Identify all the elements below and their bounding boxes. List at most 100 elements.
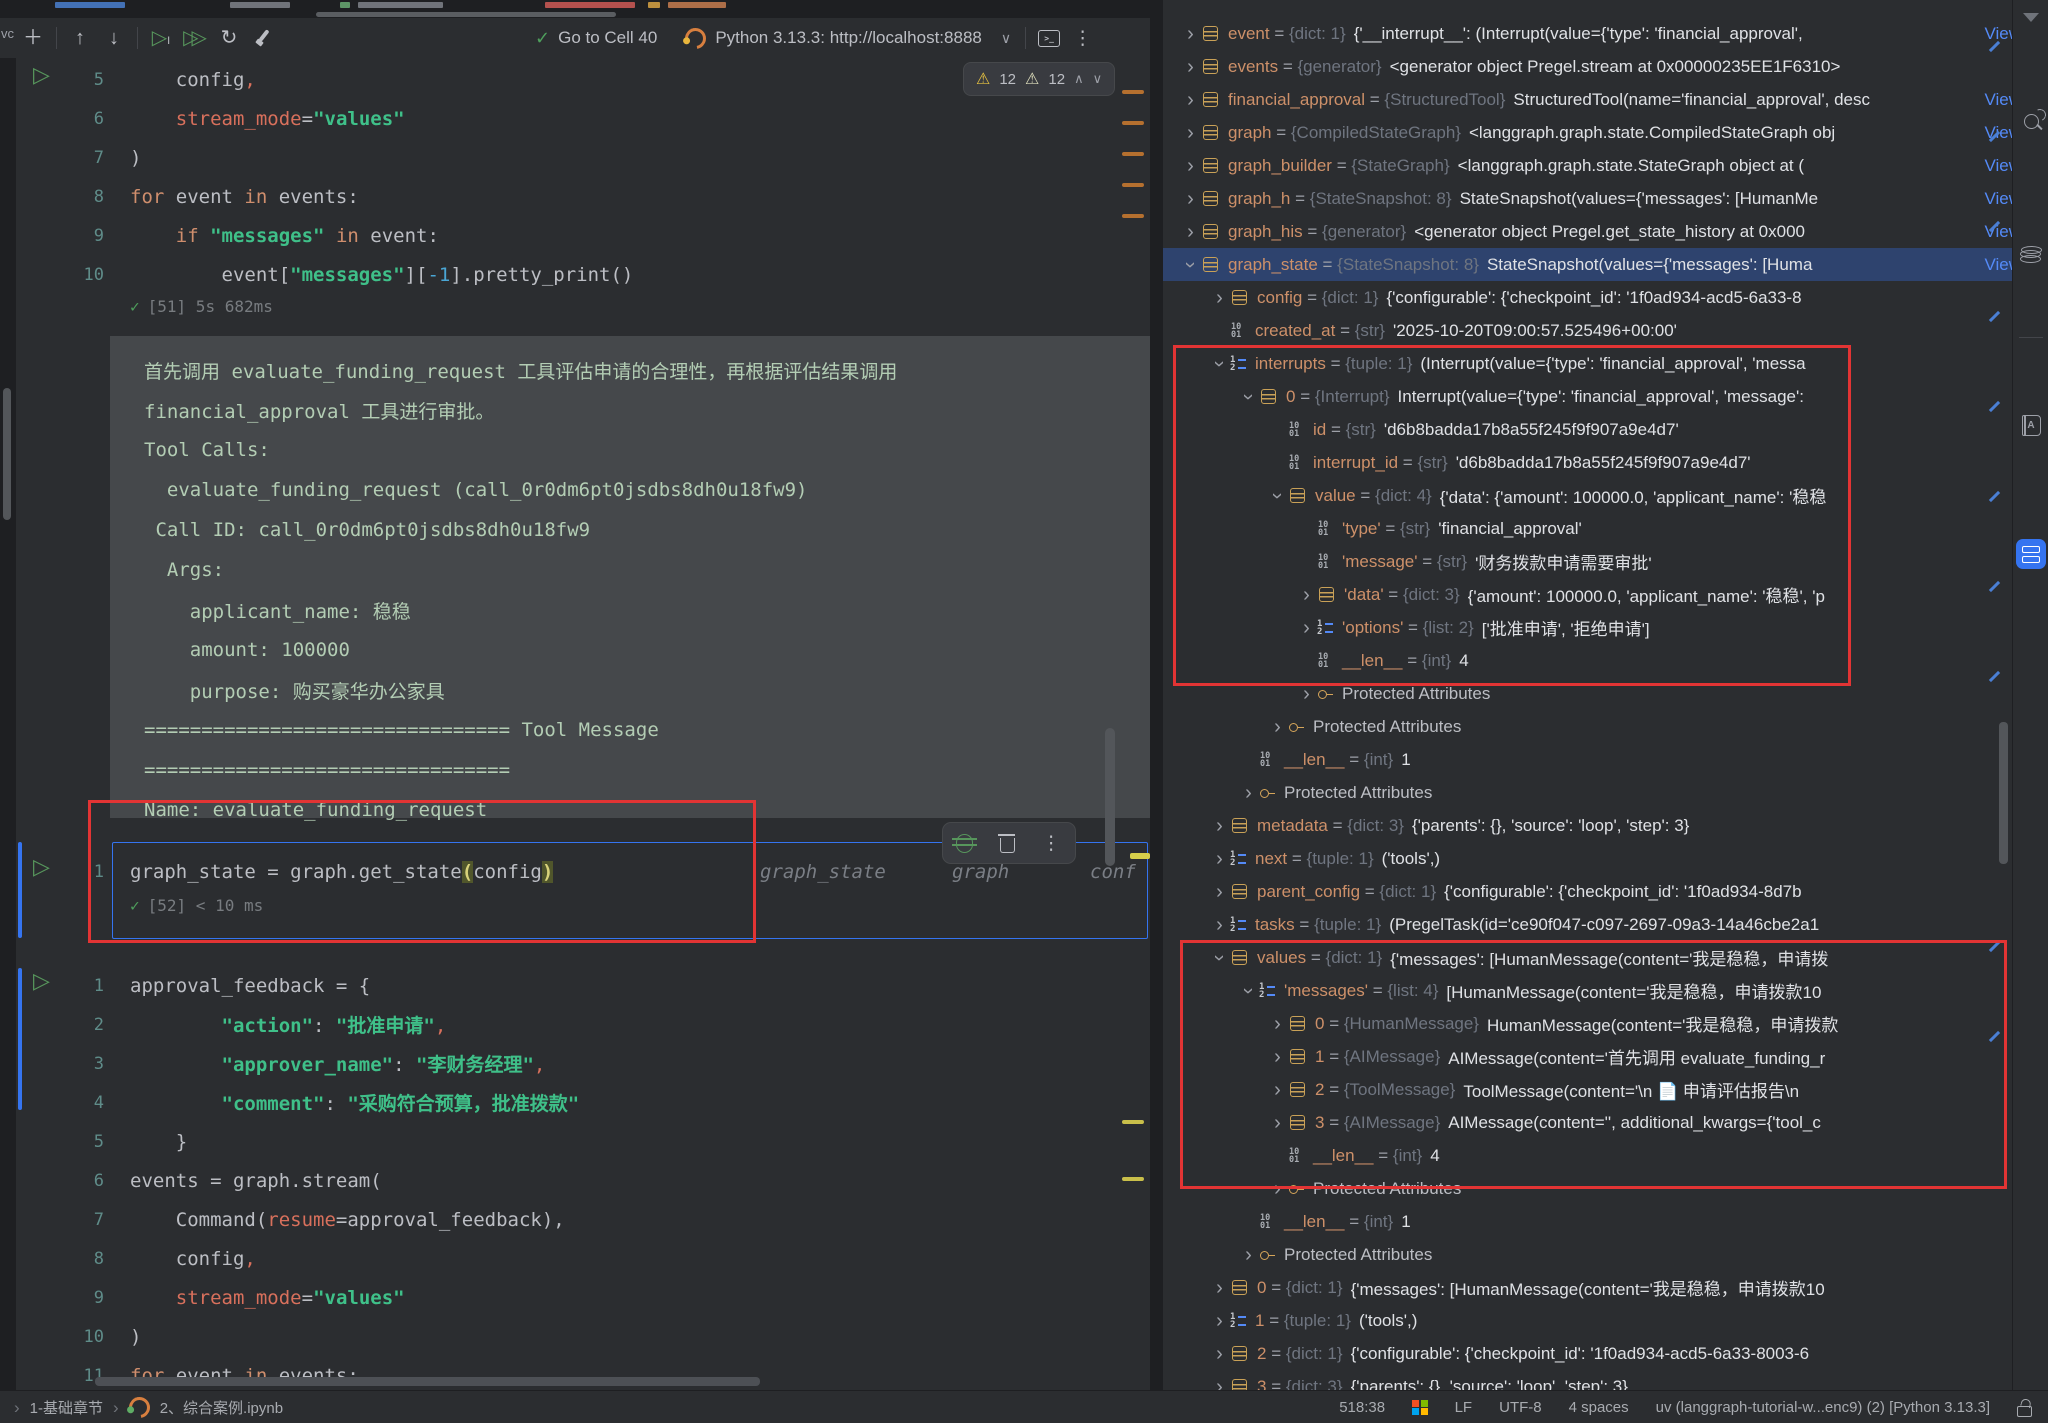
caret-position[interactable]: 518:38 bbox=[1339, 1399, 1385, 1416]
chevron-right-icon[interactable]: › bbox=[1238, 1245, 1259, 1265]
chevron-right-icon[interactable]: › bbox=[1209, 288, 1230, 308]
run-cell-gutter-button[interactable]: ▷ bbox=[33, 856, 50, 878]
chevron-right-icon[interactable]: › bbox=[1209, 849, 1230, 869]
encoding-indicator[interactable]: UTF-8 bbox=[1499, 1399, 1542, 1416]
variable-row[interactable]: ›121 = {tuple: 1}('tools',) bbox=[1163, 1304, 2012, 1337]
code-line[interactable]: 8 config, bbox=[16, 1239, 1150, 1278]
kernel-selector[interactable]: Python 3.13.3: http://localhost:8888 ∨ bbox=[685, 28, 1011, 49]
variable-row[interactable]: ›event = {dict: 1}{'__interrupt__': (Int… bbox=[1163, 17, 2012, 50]
move-cell-up-button[interactable]: ↑ bbox=[63, 23, 97, 53]
variable-row[interactable]: ›parent_config = {dict: 1}{'configurable… bbox=[1163, 875, 2012, 908]
add-cell-button[interactable]: ＋ bbox=[16, 23, 50, 53]
run-all-cells-button[interactable]: ▷▷ bbox=[178, 23, 212, 53]
variable-row[interactable]: ›Protected Attributes bbox=[1163, 776, 2012, 809]
variable-row[interactable]: ›graph_state = {StateSnapshot: 8}StateSn… bbox=[1163, 248, 2012, 281]
lock-open-icon[interactable] bbox=[2017, 1406, 2032, 1417]
chevron-right-icon[interactable]: › bbox=[1209, 1278, 1230, 1298]
prev-warning-button[interactable]: ∧ bbox=[1074, 71, 1084, 87]
view-link[interactable]: View bbox=[1984, 90, 2012, 110]
run-cell-select-below-button[interactable]: ▷I bbox=[144, 23, 178, 53]
variable-row[interactable]: ›Protected Attributes bbox=[1163, 1238, 2012, 1271]
panel-divider[interactable] bbox=[1150, 0, 1163, 1390]
chevron-right-icon[interactable]: › bbox=[1180, 156, 1201, 176]
variable-row[interactable]: ›graph_his = {generator}<generator objec… bbox=[1163, 215, 2012, 248]
chevron-right-icon[interactable]: › bbox=[1180, 123, 1201, 143]
code-line[interactable]: 2 "action": "批准申请", bbox=[16, 1005, 1150, 1044]
move-cell-down-button[interactable]: ↓ bbox=[97, 23, 131, 53]
chevron-right-icon[interactable]: › bbox=[1238, 783, 1259, 803]
dictionary-tool-button[interactable]: A bbox=[2014, 408, 2048, 442]
line-ending-indicator[interactable]: LF bbox=[1455, 1399, 1473, 1416]
variable-row[interactable]: ›config = {dict: 1}{'configurable': {'ch… bbox=[1163, 281, 2012, 314]
chevron-right-icon[interactable]: › bbox=[1209, 915, 1230, 935]
clear-outputs-button[interactable] bbox=[246, 23, 280, 53]
windows-logo-icon[interactable] bbox=[1412, 1400, 1428, 1416]
variable-row[interactable]: ›12next = {tuple: 1}('tools',) bbox=[1163, 842, 2012, 875]
variable-row[interactable]: ›12tasks = {tuple: 1}(PregelTask(id='ce9… bbox=[1163, 908, 2012, 941]
variable-row[interactable]: ›graph = {CompiledStateGraph}<langgraph.… bbox=[1163, 116, 2012, 149]
chevron-right-icon[interactable]: › bbox=[1180, 90, 1201, 110]
variable-row[interactable]: 1001__len__ = {int}1 bbox=[1163, 1205, 2012, 1238]
code-line[interactable]: 9 stream_mode="values" bbox=[16, 1278, 1150, 1317]
editor-horizontal-scrollbar[interactable] bbox=[95, 1377, 760, 1386]
variable-row[interactable]: ›Protected Attributes bbox=[1163, 710, 2012, 743]
tabs-scrollbar[interactable] bbox=[316, 12, 616, 17]
chevron-right-icon[interactable]: › bbox=[1209, 1311, 1230, 1331]
chevron-right-icon[interactable]: › bbox=[1209, 882, 1230, 902]
code-line[interactable]: 1approval_feedback = { bbox=[16, 966, 1150, 1005]
chevron-right-icon[interactable]: › bbox=[1209, 1377, 1230, 1391]
code-line[interactable]: 10 event["messages"][-1].pretty_print() bbox=[16, 255, 1150, 294]
cell-more-options-icon[interactable]: ⋮ bbox=[1042, 832, 1062, 855]
variable-row[interactable]: ›financial_approval = {StructuredTool}St… bbox=[1163, 83, 2012, 116]
ai-search-button[interactable] bbox=[2014, 104, 2048, 138]
inspections-widget[interactable]: ⚠ 12 ⚠ 12 ∧ ∨ bbox=[963, 62, 1115, 96]
variable-row[interactable]: 1001created_at = {str}'2025-10-20T09:00:… bbox=[1163, 314, 2012, 347]
view-link[interactable]: View bbox=[1984, 189, 2012, 209]
editor-vertical-scrollbar[interactable] bbox=[1105, 728, 1115, 866]
database-tool-button[interactable] bbox=[2014, 233, 2048, 267]
debug-cell-icon[interactable] bbox=[956, 834, 973, 853]
code-line[interactable]: 5 } bbox=[16, 1122, 1150, 1161]
open-console-button[interactable]: >_ bbox=[1032, 23, 1066, 53]
variable-row[interactable]: ›graph_h = {StateSnapshot: 8}StateSnapsh… bbox=[1163, 182, 2012, 215]
run-cell-gutter-button[interactable]: ▷ bbox=[33, 970, 50, 992]
variable-row[interactable]: 1001__len__ = {int}1 bbox=[1163, 743, 2012, 776]
interpreter-indicator[interactable]: uv (langgraph-tutorial-w...enc9) (2) [Py… bbox=[1656, 1399, 1990, 1416]
variable-row[interactable]: ›graph_builder = {StateGraph}<langgraph.… bbox=[1163, 149, 2012, 182]
code-line[interactable]: 8for event in events: bbox=[16, 177, 1150, 216]
left-scrollbar-thumb[interactable] bbox=[3, 388, 11, 520]
breadcrumb-chapter[interactable]: 1-基础章节 bbox=[30, 1397, 103, 1418]
code-line[interactable]: 7) bbox=[16, 138, 1150, 177]
indent-indicator[interactable]: 4 spaces bbox=[1569, 1399, 1629, 1416]
variable-row[interactable]: ›metadata = {dict: 3}{'parents': {}, 'so… bbox=[1163, 809, 2012, 842]
chevron-right-icon[interactable]: › bbox=[1267, 717, 1288, 737]
chevron-right-icon[interactable]: › bbox=[1209, 816, 1230, 836]
chevron-down-icon[interactable]: › bbox=[1181, 254, 1201, 275]
code-line[interactable]: 3 "approver_name": "李财务经理", bbox=[16, 1044, 1150, 1083]
code-line[interactable]: 9 if "messages" in event: bbox=[16, 216, 1150, 255]
restart-kernel-button[interactable]: ↻ bbox=[212, 23, 246, 53]
chevron-right-icon[interactable]: › bbox=[1180, 222, 1201, 242]
variable-row[interactable]: ›0 = {dict: 1}{'messages': [HumanMessage… bbox=[1163, 1271, 2012, 1304]
view-link[interactable]: View bbox=[1984, 156, 2012, 176]
view-link[interactable]: View bbox=[1984, 255, 2012, 275]
chevron-right-icon[interactable]: › bbox=[1180, 57, 1201, 77]
jupyter-variables-button[interactable] bbox=[2014, 537, 2048, 571]
run-cell-gutter-button[interactable]: ▷ bbox=[33, 64, 50, 86]
variable-row[interactable]: ›events = {generator}<generator object P… bbox=[1163, 50, 2012, 83]
breadcrumb-notebook[interactable]: 2、综合案例.ipynb bbox=[160, 1397, 283, 1418]
chevron-right-icon[interactable]: › bbox=[1296, 684, 1317, 704]
code-line[interactable]: 10) bbox=[16, 1317, 1150, 1356]
variable-row[interactable]: ›2 = {dict: 1}{'configurable': {'checkpo… bbox=[1163, 1337, 2012, 1370]
next-warning-button[interactable]: ∨ bbox=[1093, 71, 1103, 87]
editor-tabs-strip[interactable] bbox=[0, 0, 1150, 18]
code-line[interactable]: 6events = graph.stream( bbox=[16, 1161, 1150, 1200]
code-line[interactable]: 7 Command(resume=approval_feedback), bbox=[16, 1200, 1150, 1239]
more-options-button[interactable]: ⋮ bbox=[1066, 23, 1100, 53]
variable-row[interactable]: ›3 = {dict: 3}{'parents': {}, 'source': … bbox=[1163, 1370, 2012, 1390]
notifications-button[interactable] bbox=[2014, 0, 2048, 34]
goto-cell-status[interactable]: ✓ Go to Cell 40 bbox=[535, 28, 657, 49]
chevron-right-icon[interactable]: › bbox=[1180, 189, 1201, 209]
delete-cell-icon[interactable] bbox=[1000, 838, 1015, 853]
chevron-right-icon[interactable]: › bbox=[1209, 1344, 1230, 1364]
